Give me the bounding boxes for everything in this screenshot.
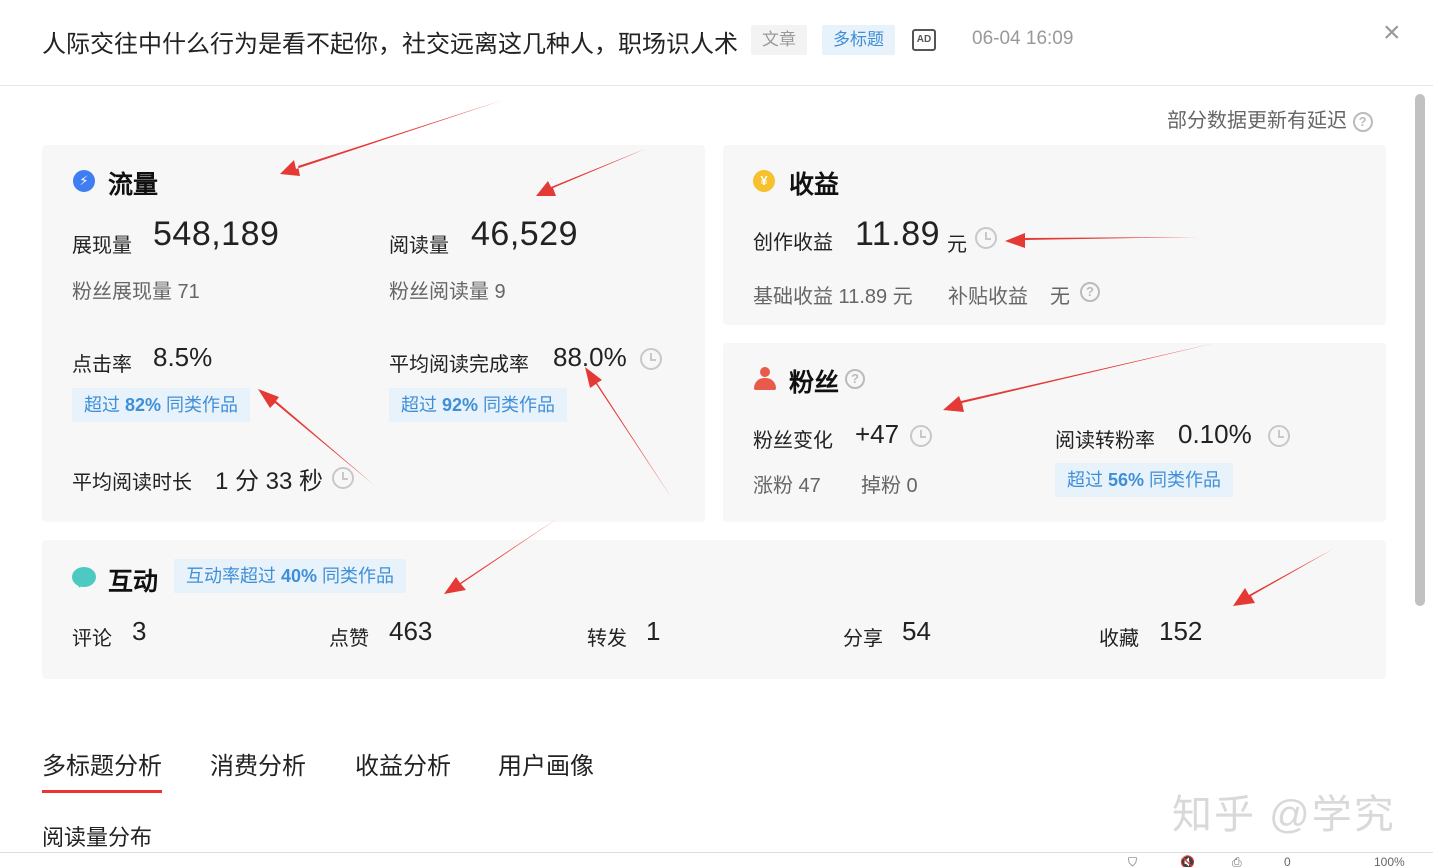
- avg-time-label: 平均阅读时长: [72, 472, 192, 494]
- ctr-value: 8.5%: [153, 342, 213, 372]
- interaction-badge: 互动率超过 40% 同类作品: [174, 559, 407, 593]
- clock-icon[interactable]: [1268, 425, 1290, 447]
- data-delay-note: 部分数据更新有延迟 ?: [1167, 104, 1373, 133]
- reads-value: 46,529: [471, 215, 578, 253]
- statusbar: ⛉ 🔇 ⎙ 0 100%: [0, 852, 1433, 867]
- tab-consumption-analysis[interactable]: 消费分析: [210, 746, 306, 781]
- tag-article: 文章: [751, 25, 807, 55]
- help-icon[interactable]: ?: [1080, 282, 1100, 302]
- publish-datetime: 06-04 16:09: [972, 28, 1074, 49]
- interaction-badge-post: 同类作品: [317, 566, 395, 586]
- bolt-icon: ⚡: [73, 170, 95, 192]
- zoom-level[interactable]: 100%: [1374, 855, 1405, 867]
- fans-title: 粉丝: [789, 369, 840, 397]
- ctr-badge-pre: 超过: [84, 395, 126, 415]
- comments-label: 评论: [72, 628, 112, 650]
- completion-badge-pre: 超过: [401, 395, 443, 415]
- favorites-label: 收藏: [1099, 628, 1139, 650]
- comments-value: 3: [132, 616, 147, 646]
- creation-income-unit: 元: [947, 234, 967, 256]
- active-tab-indicator: [42, 790, 162, 793]
- conversion-badge-pct: 56%: [1108, 470, 1145, 490]
- subsidy-value: 无: [1050, 286, 1070, 308]
- conversion-value: 0.10%: [1178, 419, 1252, 449]
- close-icon[interactable]: ×: [1383, 18, 1401, 48]
- shares-label: 分享: [843, 628, 883, 650]
- impressions-value: 548,189: [153, 215, 280, 253]
- shares-value: 54: [902, 616, 931, 646]
- base-income: 基础收益 11.89 元: [753, 286, 913, 308]
- help-icon[interactable]: ?: [845, 369, 865, 389]
- traffic-title: 流量: [108, 171, 159, 199]
- impressions-label: 展现量: [72, 235, 132, 257]
- fans-change-value: +47: [855, 419, 900, 449]
- conversion-label: 阅读转粉率: [1055, 430, 1155, 452]
- clock-icon[interactable]: [332, 467, 354, 489]
- completion-badge-pct: 92%: [442, 395, 479, 415]
- reposts-label: 转发: [587, 628, 627, 650]
- header: 人际交往中什么行为是看不起你，社交远离这几种人，职场识人术 文章 多标题 AD …: [0, 0, 1433, 86]
- status-count: 0: [1284, 855, 1291, 867]
- tab-user-profile[interactable]: 用户画像: [498, 746, 594, 781]
- clock-icon[interactable]: [640, 348, 662, 370]
- avg-time-value: 1 分 33 秒: [215, 468, 324, 495]
- yuan-icon: ¥: [753, 170, 775, 192]
- article-title: 人际交往中什么行为是看不起你，社交远离这几种人，职场识人术: [42, 31, 738, 58]
- completion-badge-post: 同类作品: [478, 395, 556, 415]
- traffic-card: ⚡ 流量 展现量 548,189 阅读量 46,529 粉丝展现量 71 粉丝阅…: [42, 145, 705, 522]
- ad-icon: AD: [912, 29, 936, 51]
- interaction-title: 互动: [108, 568, 159, 596]
- income-card: ¥ 收益 创作收益 11.89 元 基础收益 11.89 元 补贴收益 无 ?: [723, 145, 1386, 325]
- reposts-value: 1: [646, 616, 661, 646]
- fans-card: 粉丝 ? 粉丝变化 +47 阅读转粉率 0.10% 涨粉 47 掉粉 0 超过 …: [723, 343, 1386, 522]
- likes-label: 点赞: [329, 628, 369, 650]
- fans-gained: 涨粉 47: [753, 475, 821, 497]
- chat-icon: [72, 567, 96, 588]
- person-icon: [753, 367, 777, 391]
- subsidy-label: 补贴收益: [948, 286, 1028, 308]
- printer-icon[interactable]: ⎙: [1232, 855, 1242, 867]
- reads-label: 阅读量: [389, 235, 449, 257]
- completion-value: 88.0%: [553, 342, 627, 372]
- ctr-label: 点击率: [72, 354, 132, 376]
- watermark: 知乎 @学究: [1172, 793, 1396, 837]
- clock-icon[interactable]: [975, 227, 997, 249]
- ctr-badge-pct: 82%: [125, 395, 162, 415]
- mute-icon[interactable]: 🔇: [1180, 855, 1195, 867]
- interaction-badge-pct: 40%: [281, 566, 318, 586]
- creation-income-label: 创作收益: [753, 232, 833, 254]
- data-delay-text: 部分数据更新有延迟: [1167, 110, 1347, 132]
- fans-change-label: 粉丝变化: [753, 430, 833, 452]
- creation-income-value: 11.89: [855, 215, 941, 253]
- ctr-badge: 超过 82% 同类作品: [72, 388, 251, 422]
- likes-value: 463: [389, 616, 433, 646]
- scrollbar-thumb[interactable]: [1415, 94, 1425, 606]
- fans-lost: 掉粉 0: [861, 475, 918, 497]
- interaction-badge-pre: 互动率超过: [186, 566, 282, 586]
- completion-label: 平均阅读完成率: [389, 354, 529, 376]
- read-distribution-heading: 阅读量分布: [42, 825, 153, 850]
- shield-icon[interactable]: ⛉: [1128, 855, 1137, 867]
- conversion-badge: 超过 56% 同类作品: [1055, 463, 1234, 497]
- tab-income-analysis[interactable]: 收益分析: [355, 746, 451, 781]
- conversion-badge-post: 同类作品: [1144, 470, 1222, 490]
- clock-icon[interactable]: [910, 425, 932, 447]
- interaction-card: 互动 互动率超过 40% 同类作品 评论 3 点赞 463 转发 1 分享 54…: [42, 540, 1386, 679]
- income-title: 收益: [789, 171, 840, 199]
- conversion-badge-pre: 超过: [1067, 470, 1109, 490]
- fan-reads: 粉丝阅读量 9: [389, 281, 506, 303]
- help-icon[interactable]: ?: [1352, 111, 1373, 132]
- completion-badge: 超过 92% 同类作品: [389, 388, 568, 422]
- tab-multi-title-analysis[interactable]: 多标题分析: [42, 746, 162, 781]
- favorites-value: 152: [1159, 616, 1203, 646]
- ctr-badge-post: 同类作品: [161, 395, 239, 415]
- tag-multi-title[interactable]: 多标题: [822, 25, 895, 55]
- fan-impressions: 粉丝展现量 71: [72, 281, 200, 303]
